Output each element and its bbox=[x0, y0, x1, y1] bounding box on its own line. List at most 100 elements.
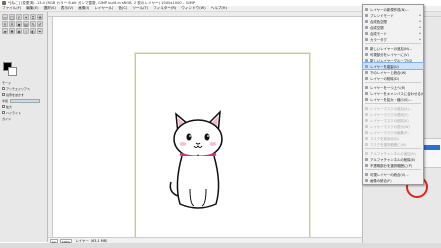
context-menu-item: マスクを選択範囲に(M) bbox=[363, 141, 423, 147]
gimp-icon bbox=[2, 1, 6, 5]
submenu-arrow-icon: ▸ bbox=[419, 31, 421, 35]
smudge-icon[interactable]: ☝ bbox=[23, 28, 29, 34]
eraser-icon[interactable]: ▰ bbox=[2, 28, 8, 34]
menu-item-label: レイヤーの新規作成(N)... bbox=[370, 7, 409, 12]
menu-item-label: 新しいレイヤーグループ(G) bbox=[370, 58, 413, 63]
zoom-selector[interactable]: 100% bbox=[59, 238, 73, 244]
clone-icon[interactable]: ◉ bbox=[16, 28, 22, 34]
layer-row-selected[interactable] bbox=[424, 145, 440, 150]
menu-view[interactable]: 表示(V) bbox=[61, 6, 73, 11]
rect-select-icon[interactable]: ▭ bbox=[2, 14, 8, 20]
color-swatches[interactable] bbox=[3, 62, 19, 76]
menu-tools[interactable]: ツール(T) bbox=[132, 6, 148, 11]
menu-item-label: アルファチャンネルの削除(E) bbox=[370, 157, 416, 162]
layers-list[interactable] bbox=[421, 138, 441, 168]
menu-item-icon bbox=[365, 118, 368, 122]
window-title: *[ねこ] (変更済) -13.0 (RGB カラー 8-bit ガンマ整数, … bbox=[8, 0, 195, 5]
menu-item-icon bbox=[365, 130, 368, 134]
move-icon[interactable]: ✥ bbox=[37, 14, 43, 20]
context-menu-item[interactable]: 不透明部分を選択範囲に(P) bbox=[363, 162, 423, 168]
antialias-checkbox[interactable] bbox=[2, 87, 5, 90]
context-menu-item[interactable]: カラータグ ▸ bbox=[363, 36, 423, 42]
option-antialias[interactable]: アンチエイリアス bbox=[2, 86, 46, 91]
context-menu-item[interactable]: 画像の統合(F) bbox=[363, 177, 423, 183]
menu-item-label: レイヤーをキャンバスに合わせる(C) bbox=[370, 91, 423, 96]
crop-icon[interactable]: ⌗ bbox=[30, 14, 36, 20]
menu-item-icon bbox=[365, 157, 368, 161]
menu-image[interactable]: 画像(I) bbox=[78, 6, 89, 11]
menu-separator bbox=[365, 148, 421, 149]
menu-item-icon bbox=[365, 85, 368, 89]
background-color[interactable] bbox=[8, 67, 17, 76]
menu-item-label: レイヤーの削除(D) bbox=[370, 76, 399, 81]
menu-item-icon bbox=[365, 58, 368, 62]
menu-item-icon bbox=[365, 91, 368, 95]
menu-layer[interactable]: レイヤー(L) bbox=[94, 6, 113, 11]
dodge-icon[interactable]: ◐ bbox=[30, 28, 36, 34]
airbrush-icon[interactable]: ✺ bbox=[9, 28, 15, 34]
menu-item-label: マスクを選択範囲に(M) bbox=[370, 142, 407, 147]
menu-item-label: 合成空間 bbox=[370, 25, 384, 30]
context-menu-item[interactable]: レイヤーを拡大・縮小(S)... bbox=[363, 96, 423, 102]
option-guides[interactable]: ガイド bbox=[2, 116, 46, 121]
menu-item-icon bbox=[365, 106, 368, 110]
menu-item-icon bbox=[365, 19, 368, 23]
paths-icon[interactable]: ✒ bbox=[37, 28, 43, 34]
gradient-icon[interactable]: ▤ bbox=[23, 21, 29, 27]
menu-help[interactable]: ヘルプ(H) bbox=[211, 6, 227, 11]
menu-item-icon bbox=[365, 70, 368, 74]
submenu-arrow-icon: ▸ bbox=[419, 13, 421, 17]
menu-item-label: 画像の統合(F) bbox=[370, 178, 392, 183]
option-radius[interactable]: 半径 bbox=[2, 98, 46, 103]
option-highlight[interactable]: ハイライト bbox=[2, 110, 46, 115]
zoom-icon[interactable]: ⚲ bbox=[2, 21, 8, 27]
bucket-fill-icon[interactable]: ◆ bbox=[16, 21, 22, 27]
submenu-arrow-icon: ▸ bbox=[419, 19, 421, 23]
menu-item-icon bbox=[365, 172, 368, 176]
menu-item-label: レイヤーを一つ上へ(R) bbox=[370, 85, 406, 90]
menu-item-label: 不透明部分を選択範囲に(P) bbox=[370, 163, 412, 168]
menu-colors[interactable]: 色(C) bbox=[118, 6, 127, 11]
menu-separator bbox=[365, 169, 421, 170]
menu-edit[interactable]: 編集(E) bbox=[26, 6, 38, 11]
pencil-icon[interactable]: ✎ bbox=[30, 21, 36, 27]
menu-item-label: アルファチャンネルの追加(H) bbox=[370, 151, 416, 156]
feather-checkbox[interactable] bbox=[2, 93, 5, 96]
tool-options: モード アンチエイリアス 境界をぼかす 半径 拡大 ハイライト ガイド bbox=[2, 80, 46, 122]
menu-item-icon bbox=[365, 124, 368, 128]
menu-item-label: レイヤーマスクの削除(K) bbox=[370, 118, 409, 123]
menu-item-icon bbox=[365, 136, 368, 140]
menu-item-icon bbox=[365, 25, 368, 29]
menu-item-icon bbox=[365, 46, 368, 50]
radius-slider[interactable] bbox=[10, 98, 41, 103]
menu-select[interactable]: 選択(S) bbox=[44, 6, 56, 11]
menu-item-label: 可視レイヤーの統合(V)... bbox=[370, 172, 409, 177]
paintbrush-icon[interactable]: ✐ bbox=[37, 21, 43, 27]
cat-illustration bbox=[169, 110, 223, 209]
menu-filters[interactable]: フィルター(R) bbox=[153, 6, 176, 11]
menu-item-icon bbox=[365, 163, 368, 167]
menu-item-label: レイヤーを拡大・縮小(S)... bbox=[370, 97, 412, 102]
option-mode[interactable]: モード bbox=[2, 80, 46, 85]
image-canvas[interactable] bbox=[135, 53, 310, 239]
option-expand[interactable]: 拡大 bbox=[2, 104, 46, 109]
menu-item-label: ブレンドモード bbox=[370, 13, 394, 18]
canvas-area[interactable] bbox=[53, 17, 362, 239]
fuzzy-select-icon[interactable]: ✶ bbox=[23, 14, 29, 20]
toolbox: ▭ ◯ ℓ ✶ ⌗ ✥ ⚲ A ◆ ▤ ✎ ✐ ▰ ✺ ◉ ☝ ◐ ✒ モード … bbox=[0, 12, 48, 242]
menu-item-label: レイヤーマスクの追加(A)... bbox=[370, 106, 413, 111]
context-menu-item[interactable]: レイヤーの削除(D) bbox=[363, 75, 423, 81]
menu-file[interactable]: ファイル(F) bbox=[2, 6, 21, 11]
menu-item-label: レイヤーマスクの編集(E) bbox=[370, 130, 409, 135]
menu-separator bbox=[365, 43, 421, 44]
tool-grid: ▭ ◯ ℓ ✶ ⌗ ✥ ⚲ A ◆ ▤ ✎ ✐ ▰ ✺ ◉ ☝ ◐ ✒ bbox=[0, 12, 47, 36]
highlight-checkbox[interactable] bbox=[2, 111, 5, 114]
menu-windows[interactable]: ウィンドウ(W) bbox=[181, 6, 205, 11]
menu-item-label: 新しいレイヤーの追加(N)... bbox=[370, 46, 413, 51]
option-feather[interactable]: 境界をぼかす bbox=[2, 92, 46, 97]
unit-selector[interactable]: px bbox=[50, 238, 58, 244]
free-select-icon[interactable]: ℓ bbox=[16, 14, 22, 20]
text-icon[interactable]: A bbox=[9, 21, 15, 27]
expand-checkbox[interactable] bbox=[2, 105, 5, 108]
ellipse-select-icon[interactable]: ◯ bbox=[9, 14, 15, 20]
